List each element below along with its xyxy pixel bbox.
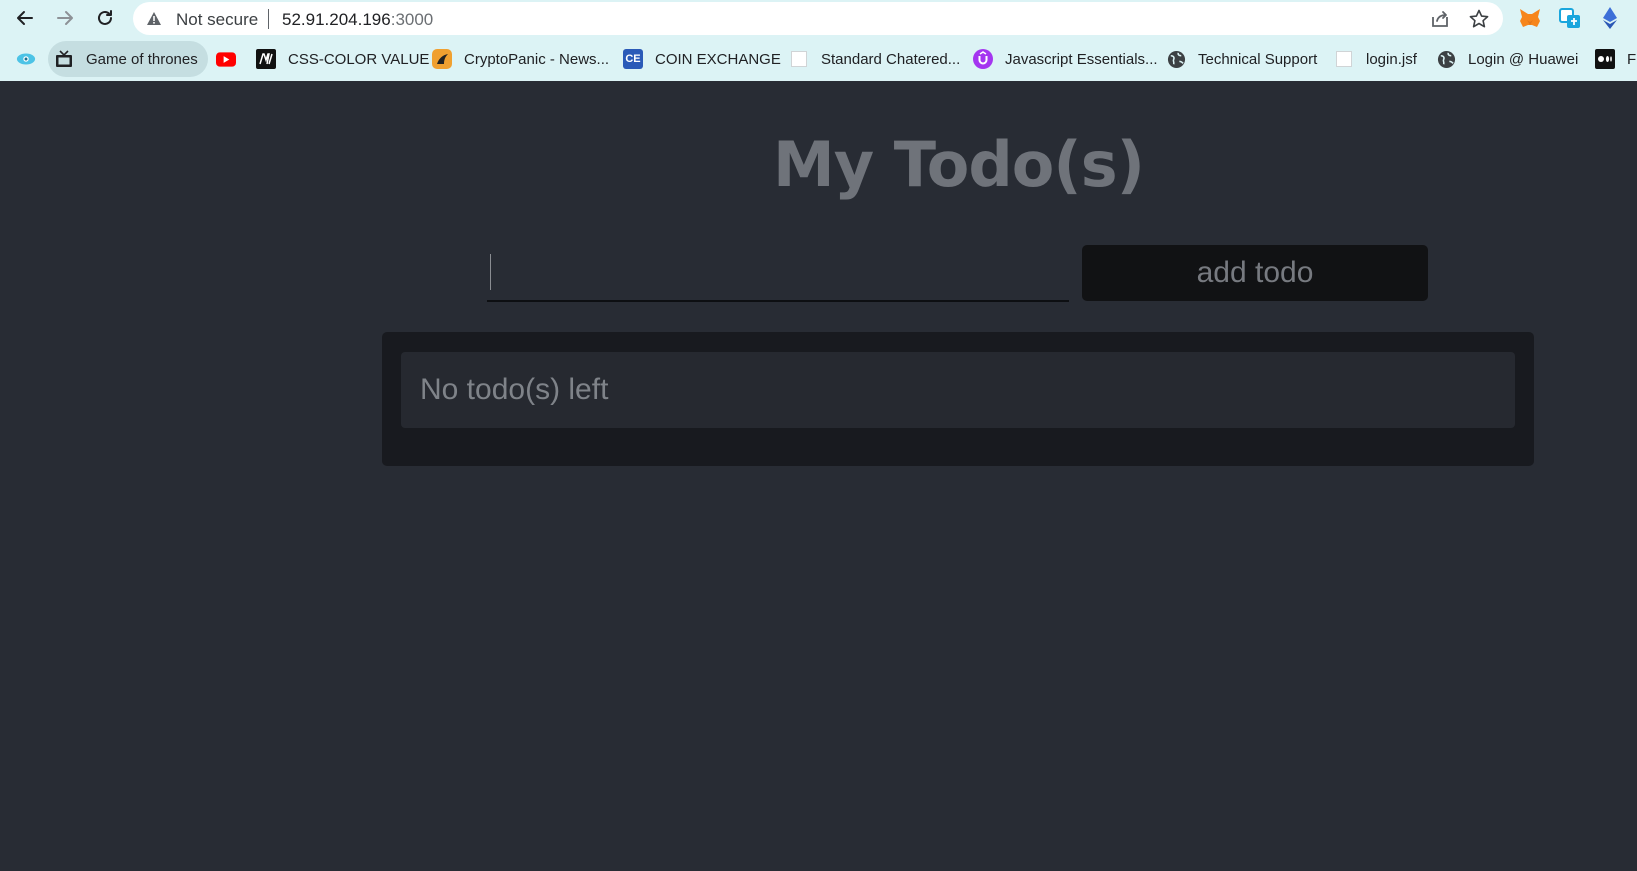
bookmark-label: Game of thrones	[86, 50, 198, 68]
add-todo-button[interactable]: add todo	[1082, 245, 1428, 301]
divider	[268, 9, 269, 29]
bookmark-javascript-essentials[interactable]: Javascript Essentials...	[973, 41, 1158, 77]
medium-dots-icon	[1595, 49, 1615, 69]
cryptopanic-icon	[432, 49, 452, 69]
reload-icon	[98, 10, 112, 25]
bookmark-standard-chatered[interactable]: Standard Chatered...	[789, 41, 960, 77]
bookmark-label: login.jsf	[1366, 50, 1417, 68]
globe-icon	[1436, 49, 1456, 69]
bookmark-fr[interactable]: Fr	[1595, 41, 1637, 77]
medium-icon	[256, 49, 276, 69]
bookmark-label: CryptoPanic - News...	[464, 50, 610, 68]
bookmark-label: CSS-COLOR VALUE	[288, 50, 430, 68]
bookmark-label: Technical Support	[1198, 50, 1318, 68]
page-title: My Todo(s)	[773, 128, 1145, 201]
url-port: :3000	[390, 10, 434, 29]
bookmark-coin-exchange[interactable]: CE COIN EXCHANGE	[623, 41, 781, 77]
url-text[interactable]: 52.91.204.196:3000	[282, 10, 433, 30]
arrow-right-icon	[57, 11, 73, 25]
security-label[interactable]: Not secure	[176, 10, 258, 30]
extension-eye-icon[interactable]	[16, 41, 36, 77]
bookmark-label: COIN EXCHANGE	[655, 50, 781, 68]
bookmark-youtube[interactable]	[216, 41, 248, 77]
page-icon	[1334, 49, 1354, 69]
bookmark-login-huawei[interactable]: Login @ Huawei	[1436, 41, 1578, 77]
bookmark-label: Login @ Huawei	[1468, 50, 1579, 68]
udemy-icon	[973, 49, 993, 69]
forward-button[interactable]	[50, 3, 80, 33]
globe-icon	[1166, 49, 1186, 69]
address-bar[interactable]: Not secure 52.91.204.196:3000	[133, 2, 1503, 35]
arrow-left-icon	[17, 11, 33, 25]
back-button[interactable]	[10, 3, 40, 33]
browser-chrome: Not secure 52.91.204.196:3000 Game of th…	[0, 0, 1637, 81]
todo-input[interactable]	[487, 245, 1069, 302]
bookmarks-bar: Game of thrones CSS-COLOR VALUE CryptoPa…	[0, 41, 1637, 77]
translate-extension-icon[interactable]	[1557, 5, 1583, 31]
star-icon[interactable]	[1468, 8, 1490, 35]
youtube-icon	[216, 49, 236, 69]
text-caret	[490, 254, 491, 290]
page-icon	[789, 49, 809, 69]
bookmark-game-of-thrones[interactable]: Game of thrones	[48, 41, 208, 77]
metamask-icon[interactable]	[1517, 5, 1543, 31]
empty-message: No todo(s) left	[401, 352, 1515, 428]
todo-list-panel: No todo(s) left	[382, 332, 1534, 466]
bookmark-label: Standard Chatered...	[821, 50, 961, 68]
reload-button[interactable]	[90, 3, 120, 33]
bookmark-cryptopanic[interactable]: CryptoPanic - News...	[432, 41, 609, 77]
bookmark-technical-support[interactable]: Technical Support	[1166, 41, 1317, 77]
bookmark-label: Fr	[1627, 50, 1637, 68]
share-icon[interactable]	[1429, 8, 1451, 35]
warning-icon	[146, 11, 162, 31]
bookmark-css-color-value[interactable]: CSS-COLOR VALUE	[256, 41, 429, 77]
ethereum-icon[interactable]	[1597, 5, 1623, 31]
tv-icon	[54, 49, 74, 69]
url-host: 52.91.204.196	[282, 10, 391, 29]
ce-icon: CE	[623, 49, 643, 69]
bookmark-label: Javascript Essentials...	[1005, 50, 1158, 68]
bookmark-login-jsf[interactable]: login.jsf	[1334, 41, 1417, 77]
